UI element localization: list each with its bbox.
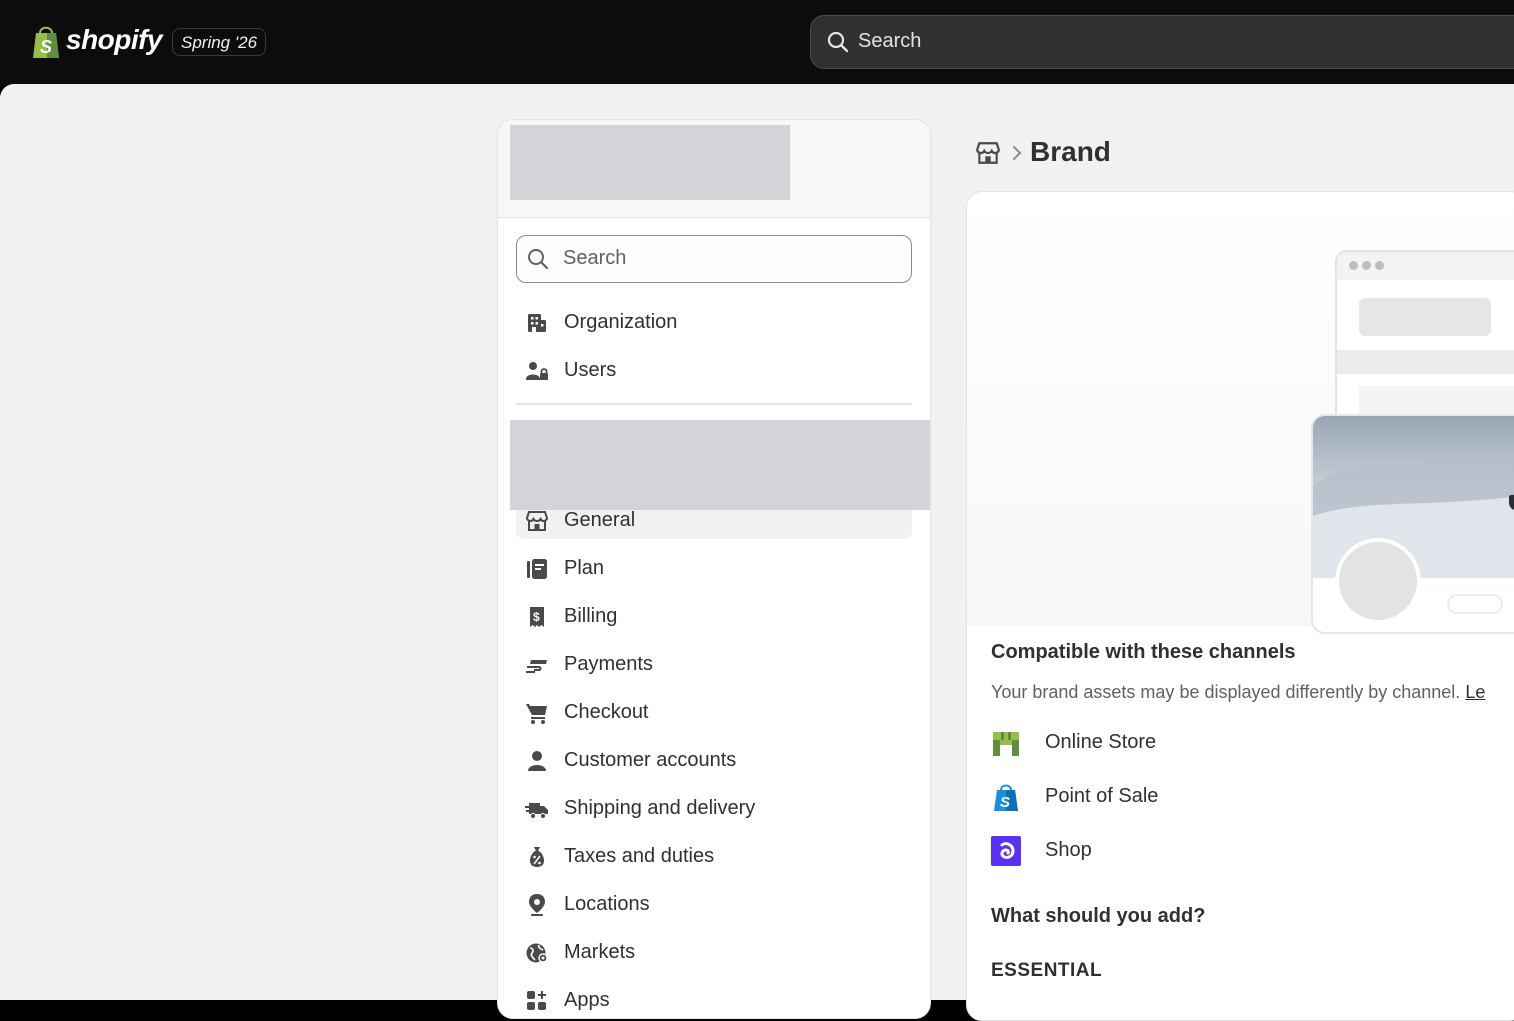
users-icon <box>526 362 548 380</box>
channel-label: Point of Sale <box>1045 785 1159 807</box>
payments-icon <box>526 660 547 673</box>
sidebar-item-label: Apps <box>564 989 610 1011</box>
sidebar-item-label: Organization <box>564 311 678 333</box>
svg-text:S: S <box>40 37 52 57</box>
location-icon <box>529 894 545 916</box>
sidebar-item-label: Markets <box>564 941 636 963</box>
search-icon <box>827 31 849 53</box>
online-store-icon <box>993 732 1019 756</box>
description-text: Your brand assets may be displayed diffe… <box>991 682 1461 702</box>
redacted-store-name-block <box>510 420 930 510</box>
shopify-logo-text[interactable]: shopify <box>66 24 163 56</box>
avatar <box>1335 538 1421 624</box>
sidebar-item-label: Locations <box>564 893 650 915</box>
settings-search-placeholder: Search <box>563 247 627 269</box>
sidebar-item-label: Billing <box>564 605 618 627</box>
channel-label: Online Store <box>1045 731 1157 753</box>
sidebar-item-label: Shipping and delivery <box>564 797 756 819</box>
global-search-placeholder: Search <box>858 30 922 52</box>
sidebar-item-label: General <box>564 509 636 531</box>
sidebar-item-locations[interactable]: Locations <box>516 887 912 923</box>
brand-preview <box>967 192 1514 634</box>
shopify-bag-icon[interactable]: S <box>30 24 62 60</box>
sidebar-item-plan[interactable]: Plan <box>516 551 912 587</box>
mock-logo-block <box>1359 298 1491 336</box>
mock-browser-dot <box>1375 261 1384 270</box>
mock-browser-dot <box>1362 261 1371 270</box>
learn-more-link[interactable]: Le <box>1465 682 1485 702</box>
sidebar-item-markets[interactable]: Markets <box>516 935 912 971</box>
point-of-sale-icon: S <box>994 784 1018 811</box>
apps-icon <box>527 991 546 1010</box>
sidebar-item-shipping[interactable]: Shipping and delivery <box>516 791 912 827</box>
sidebar-item-label: Users <box>564 359 617 381</box>
compatible-channels-description: Your brand assets may be displayed diffe… <box>991 682 1485 703</box>
nav-divider <box>516 403 912 405</box>
tax-icon <box>530 847 544 867</box>
store-icon <box>525 511 549 531</box>
building-icon <box>528 314 546 332</box>
sidebar-item-label: Checkout <box>564 701 649 723</box>
edition-badge[interactable]: Spring '26 <box>172 28 267 56</box>
brand-card: Compatible with these channels Your bran… <box>966 191 1514 1021</box>
sidebar-item-label: Payments <box>564 653 653 675</box>
settings-search-input[interactable]: Search <box>516 235 912 283</box>
store-icon[interactable] <box>975 140 1001 166</box>
what-to-add-title: What should you add? <box>991 905 1206 927</box>
sidebar-item-apps[interactable]: Apps <box>516 983 912 1018</box>
mock-browser-dot <box>1349 261 1358 270</box>
mock-nav-band <box>1337 350 1514 374</box>
sidebar-item-customer-accounts[interactable]: Customer accounts <box>516 743 912 779</box>
redacted-store-block <box>510 125 790 200</box>
sidebar-item-taxes[interactable]: Taxes and duties <box>516 839 912 875</box>
compatible-channels-title: Compatible with these channels <box>991 641 1296 663</box>
settings-panel: Search Organization Users General Plan $… <box>497 119 931 1019</box>
truck-icon <box>525 803 548 819</box>
mock-follow-pill <box>1447 594 1503 614</box>
cart-icon <box>526 704 547 724</box>
sidebar-item-billing[interactable]: $ Billing <box>516 599 912 635</box>
page-title: Brand <box>1030 136 1111 167</box>
globe-icon <box>526 943 548 963</box>
search-icon <box>528 249 549 270</box>
sidebar-item-label: Customer accounts <box>564 749 737 771</box>
shop-icon <box>991 836 1021 866</box>
shop-profile-preview-mock <box>1311 414 1514 634</box>
plan-icon <box>527 559 547 579</box>
essential-heading: ESSENTIAL <box>991 960 1103 981</box>
sidebar-item-label: Taxes and duties <box>564 845 715 867</box>
global-search-input[interactable]: Search <box>810 15 1514 69</box>
svg-text:$: $ <box>533 610 540 624</box>
billing-icon: $ <box>530 607 544 627</box>
sidebar-item-checkout[interactable]: Checkout <box>516 695 912 731</box>
svg-text:S: S <box>1000 794 1010 811</box>
top-bar: S shopify Spring '26 Search <box>0 0 1514 84</box>
sidebar-item-payments[interactable]: Payments <box>516 647 912 683</box>
channel-label: Shop <box>1045 839 1092 861</box>
chevron-right-icon <box>1013 146 1022 160</box>
sidebar-item-users[interactable]: Users <box>516 353 912 389</box>
sidebar-item-organization[interactable]: Organization <box>516 305 912 341</box>
settings-header <box>498 120 930 218</box>
sidebar-item-label: Plan <box>564 557 605 579</box>
person-icon <box>528 751 546 771</box>
